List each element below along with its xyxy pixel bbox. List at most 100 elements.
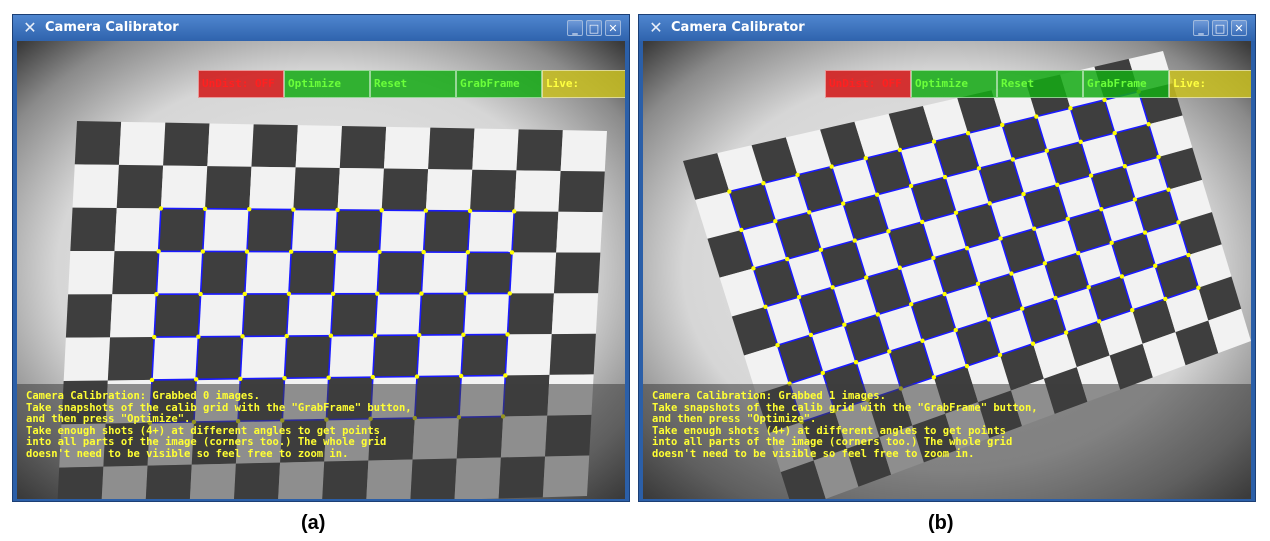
title-bar[interactable]: ✕ Camera Calibrator _ □ ✕ [639, 15, 1255, 41]
corner-point [461, 332, 466, 337]
corner-point [509, 250, 515, 255]
camera-calibrator-window: ✕ Camera Calibrator _ □ ✕ UnDist: OFF Op… [12, 14, 630, 502]
checker-square-light [383, 126, 431, 170]
checker-square-dark [158, 208, 206, 252]
corner-point [751, 266, 756, 271]
corner-point [154, 291, 159, 297]
checker-square-light [560, 130, 607, 172]
close-icon[interactable]: ✕ [1231, 20, 1247, 36]
corner-point [1196, 285, 1201, 290]
corner-point [953, 327, 958, 333]
window-title: Camera Calibrator [671, 20, 805, 35]
corner-point [1042, 261, 1048, 266]
checker-square-dark [288, 251, 336, 294]
corner-point [419, 291, 424, 296]
undist-button[interactable]: UnDist: OFF [198, 70, 284, 98]
corner-point [505, 332, 510, 337]
corner-point [156, 249, 161, 254]
corner-point [727, 189, 732, 194]
checker-square-dark [112, 251, 159, 295]
checker-square-light [375, 293, 422, 336]
undist-button[interactable]: UnDist: OFF [825, 70, 911, 98]
corner-point [864, 275, 869, 280]
corner-point [282, 376, 287, 381]
corner-point [1112, 130, 1117, 136]
corner-point [1078, 139, 1083, 145]
corner-point [247, 206, 252, 212]
camera-view[interactable]: UnDist: OFF Optimize Reset GrabFrame Liv… [643, 41, 1251, 499]
corner-point [1156, 154, 1161, 160]
maximize-icon[interactable]: □ [586, 20, 602, 36]
checker-square-light [551, 293, 599, 335]
corner-point [149, 377, 155, 383]
checker-square-dark [377, 251, 424, 294]
corner-point [1166, 187, 1171, 192]
checker-square-light [202, 208, 250, 252]
corner-point [953, 210, 959, 215]
corner-point [1099, 206, 1104, 212]
corner-point [1030, 341, 1036, 346]
live-button[interactable]: Live: [1169, 70, 1251, 98]
corner-point [931, 255, 936, 261]
corner-point [1063, 330, 1069, 335]
checker-square-light [110, 294, 157, 338]
checker-square-light [556, 211, 603, 253]
corner-point [975, 281, 981, 286]
corner-point [931, 139, 937, 144]
reset-button[interactable]: Reset [370, 70, 456, 98]
corner-point [414, 374, 420, 379]
corner-point [897, 147, 903, 153]
corner-point [820, 370, 826, 376]
corner-point [998, 236, 1003, 241]
corner-point [829, 164, 834, 169]
corner-point [370, 374, 376, 380]
corner-point [1163, 296, 1168, 302]
live-button[interactable]: Live: [542, 70, 625, 98]
corner-point [1055, 182, 1060, 188]
optimize-button[interactable]: Optimize [284, 70, 370, 98]
corner-point [423, 208, 429, 213]
corner-point [842, 322, 847, 327]
optimize-button[interactable]: Optimize [911, 70, 997, 98]
checker-square-light [240, 336, 287, 379]
corner-point [1034, 114, 1039, 119]
instructions-text: Camera Calibration: Grabbed 0 images. Tak… [26, 390, 412, 460]
checker-square-dark [205, 166, 252, 210]
corner-point [291, 207, 296, 212]
title-bar[interactable]: ✕ Camera Calibrator _ □ ✕ [13, 15, 629, 41]
grabframe-button[interactable]: GrabFrame [1083, 70, 1169, 98]
caption-a: (a) [301, 512, 326, 534]
corner-point [897, 265, 903, 270]
minimize-icon[interactable]: _ [1193, 20, 1209, 36]
checker-square-light [68, 251, 115, 295]
checker-square-dark [470, 169, 517, 212]
camera-view[interactable]: UnDist: OFF Optimize Reset GrabFrame Liv… [17, 41, 625, 499]
close-icon[interactable]: ✕ [605, 20, 621, 36]
corner-point [193, 377, 199, 382]
corner-point [942, 174, 948, 180]
corner-point [1021, 191, 1026, 197]
minimize-icon[interactable]: _ [567, 20, 583, 36]
corner-point [1020, 306, 1025, 311]
panel-a: ✕ Camera Calibrator _ □ ✕ UnDist: OFF Op… [12, 14, 630, 502]
grabframe-button[interactable]: GrabFrame [456, 70, 542, 98]
checker-square-light [333, 251, 380, 294]
corner-point [244, 249, 250, 254]
corner-point [1102, 97, 1107, 103]
checker-square-light [417, 334, 464, 377]
corner-point [807, 210, 812, 215]
corner-point [1146, 122, 1151, 127]
corner-point [886, 229, 891, 234]
message-line: Camera Calibration: Grabbed 1 images. [652, 390, 886, 402]
reset-button[interactable]: Reset [997, 70, 1083, 98]
checker-square-dark [284, 335, 331, 379]
checker-square-dark [242, 293, 289, 337]
corner-point [773, 218, 778, 224]
checker-square-light [244, 251, 292, 294]
corner-point [1076, 250, 1081, 256]
panel-b: ✕ Camera Calibrator _ □ ✕ UnDist: OFF Op… [638, 14, 1256, 502]
maximize-icon[interactable]: □ [1212, 20, 1228, 36]
corner-point [467, 208, 473, 214]
corner-point [840, 201, 846, 206]
checker-square-light [291, 209, 338, 252]
